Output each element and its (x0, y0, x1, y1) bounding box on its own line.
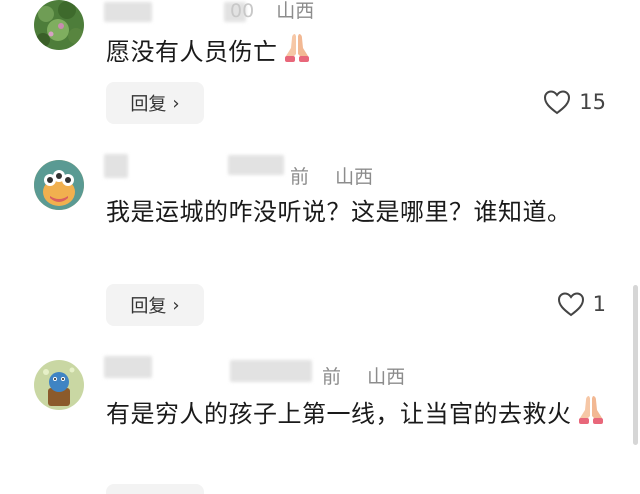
reply-label: 回复 (130, 296, 167, 317)
comment-text-content: 愿没有人员伤亡 (106, 38, 278, 66)
time-redacted (230, 360, 312, 382)
comment-location: 山西 (276, 0, 315, 22)
comment-meta: 前 山西 (322, 362, 405, 389)
avatar[interactable] (34, 160, 84, 210)
folded-hands-emoji (282, 32, 312, 76)
comment-time: 前 (290, 166, 310, 188)
comment-text: 愿没有人员伤亡 (106, 32, 606, 76)
reply-label: 回复 (130, 94, 167, 115)
like-button[interactable]: 15 (543, 82, 606, 122)
avatar[interactable] (34, 360, 84, 410)
reply-button[interactable] (106, 484, 204, 494)
comment-meta: 前 山西 (290, 162, 373, 189)
heart-outline-icon (544, 90, 571, 115)
time-redacted (228, 155, 284, 175)
comment-text-content: 有是穷人的孩子上第一线，让当官的去救火 (106, 400, 572, 428)
comment-meta: 00 山西 (230, 0, 314, 23)
comment-location: 山西 (367, 366, 406, 388)
comment-text: 我是运城的咋没听说？这是哪里？谁知道。 (106, 198, 572, 226)
folded-hands-emoji (576, 394, 606, 438)
avatar[interactable] (34, 0, 84, 50)
comment-time: 00 (230, 0, 255, 22)
reply-button[interactable]: 回复 › (106, 82, 204, 124)
scrollbar[interactable] (633, 285, 638, 445)
username-redacted (104, 356, 152, 378)
username-redacted (104, 154, 128, 178)
comment-text: 有是穷人的孩子上第一线，让当官的去救火 (106, 394, 611, 438)
chevron-right-icon: › (172, 92, 180, 114)
chevron-right-icon: › (172, 294, 180, 316)
like-count: 15 (579, 90, 606, 114)
comment-time: 前 (322, 366, 342, 388)
like-count: 1 (592, 292, 606, 316)
heart-outline-icon (557, 292, 584, 317)
reply-button[interactable]: 回复 › (106, 284, 204, 326)
like-button[interactable]: 1 (557, 284, 606, 324)
username-redacted (104, 2, 152, 22)
comment-location: 山西 (335, 166, 374, 188)
